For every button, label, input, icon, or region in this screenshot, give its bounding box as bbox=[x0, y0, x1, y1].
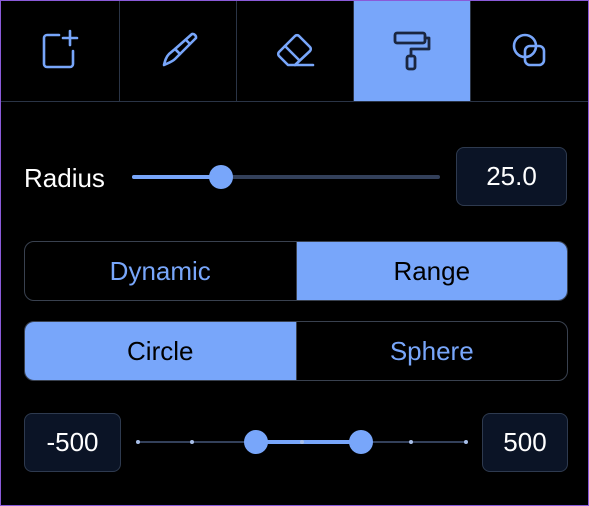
radius-value-field[interactable]: 25.0 bbox=[456, 147, 567, 206]
tool-brush[interactable] bbox=[120, 1, 237, 101]
range-tick bbox=[136, 440, 140, 444]
shape-toggle: Circle Sphere bbox=[24, 321, 568, 381]
range-upper-thumb[interactable] bbox=[349, 430, 374, 454]
add-layer-icon bbox=[42, 29, 79, 69]
brush-icon bbox=[162, 32, 198, 67]
tool-add-layer[interactable] bbox=[1, 1, 120, 101]
range-tick bbox=[409, 440, 414, 444]
range-tick bbox=[300, 440, 304, 444]
tool-eraser[interactable] bbox=[237, 1, 354, 101]
mode-option-range[interactable]: Range bbox=[295, 242, 567, 300]
brush-settings-panel: Radius 25.0 Dynamic Range Circle Sphere … bbox=[0, 0, 589, 506]
range-tick bbox=[190, 440, 195, 444]
tool-paint-roller[interactable] bbox=[354, 1, 471, 101]
tool-overlap[interactable] bbox=[471, 1, 588, 101]
shape-option-circle[interactable]: Circle bbox=[25, 322, 296, 380]
paint-roller-icon bbox=[393, 31, 431, 71]
range-tick bbox=[464, 440, 468, 444]
range-min-field[interactable]: -500 bbox=[24, 413, 121, 472]
eraser-icon bbox=[276, 33, 315, 67]
radius-label: Radius bbox=[24, 163, 105, 193]
mode-toggle: Dynamic Range bbox=[24, 241, 568, 301]
overlap-circles-icon bbox=[512, 33, 545, 67]
radius-slider-thumb[interactable] bbox=[209, 165, 234, 189]
radius-slider-fill bbox=[132, 175, 222, 179]
range-slider[interactable] bbox=[136, 430, 468, 454]
tool-toolbar bbox=[1, 1, 588, 102]
range-max-field[interactable]: 500 bbox=[482, 413, 568, 472]
range-lower-thumb[interactable] bbox=[244, 430, 269, 454]
range-slider-fill bbox=[256, 440, 362, 444]
shape-option-sphere[interactable]: Sphere bbox=[295, 322, 568, 380]
mode-option-dynamic[interactable]: Dynamic bbox=[25, 242, 296, 300]
radius-slider[interactable] bbox=[132, 165, 440, 189]
